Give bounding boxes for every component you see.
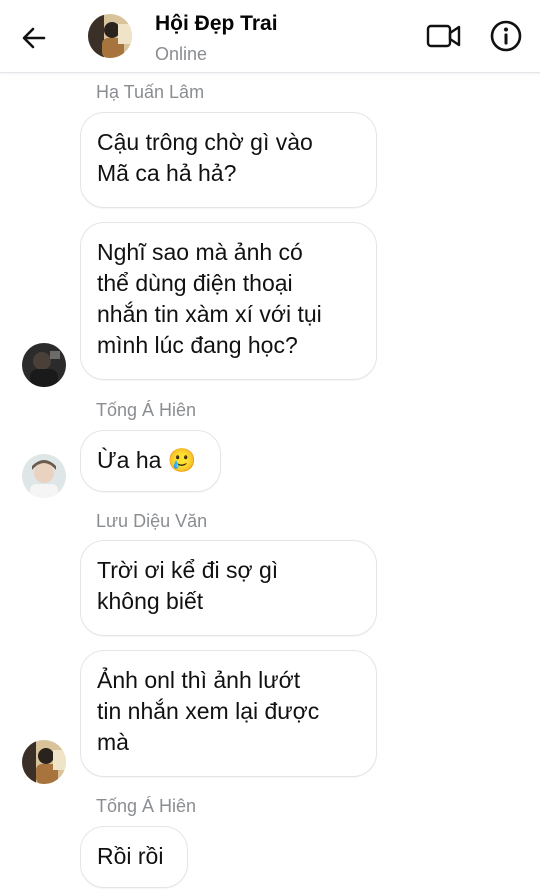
message-text: Rồi rồi bbox=[97, 843, 164, 869]
message-text: tin nhắn xem lại được bbox=[97, 698, 320, 724]
message-text: Trời ơi kể đi sợ gì bbox=[97, 557, 279, 583]
smiling-tear-emoji-icon: 🥲 bbox=[167, 447, 197, 473]
sender-name: Tống Á Hiên bbox=[96, 796, 197, 816]
message-text: Nghĩ sao mà ảnh có bbox=[97, 239, 303, 265]
info-icon bbox=[490, 20, 522, 52]
avatar[interactable] bbox=[22, 343, 66, 387]
message-text: Mã ca hả hả? bbox=[97, 160, 237, 186]
message-bubble[interactable]: Ảnh onl thì ảnh lướt tin nhắn xem lại đư… bbox=[80, 650, 377, 777]
message-text: Ảnh onl thì ảnh lướt bbox=[97, 667, 301, 693]
message-text: thể dùng điện thoại bbox=[97, 270, 293, 296]
avatar[interactable] bbox=[22, 454, 66, 498]
avatar[interactable] bbox=[22, 740, 66, 784]
back-arrow-icon bbox=[22, 27, 46, 49]
info-button[interactable] bbox=[486, 16, 526, 56]
message-bubble[interactable]: Cậu trông chờ gì vào Mã ca hả hả? bbox=[80, 112, 377, 208]
video-call-icon bbox=[426, 24, 461, 48]
online-status: Online bbox=[155, 44, 208, 64]
message-bubble[interactable]: Rồi rồi bbox=[80, 826, 188, 888]
group-avatar[interactable] bbox=[88, 14, 132, 58]
back-button[interactable] bbox=[16, 20, 52, 56]
message-bubble[interactable]: Nghĩ sao mà ảnh có thể dùng điện thoại n… bbox=[80, 222, 377, 380]
message-text: không biết bbox=[97, 588, 204, 614]
message-text: mà bbox=[97, 729, 129, 755]
sender-name: Lưu Diệu Văn bbox=[96, 511, 208, 531]
message-text: nhắn tin xàm xí với tụi bbox=[97, 301, 322, 327]
message-bubble[interactable]: Trời ơi kể đi sợ gì không biết bbox=[80, 540, 377, 636]
message-text: Ừa ha 🥲 bbox=[97, 447, 197, 473]
video-call-button[interactable] bbox=[424, 20, 464, 52]
sender-name: Hạ Tuấn Lâm bbox=[96, 82, 205, 102]
chat-title: Hội Đẹp Trai bbox=[155, 12, 278, 35]
message-text: Cậu trông chờ gì vào bbox=[97, 129, 313, 155]
message-text: mình lúc đang học? bbox=[97, 332, 298, 358]
message-bubble[interactable]: Ừa ha 🥲 bbox=[80, 430, 221, 492]
chat-header: Hội Đẹp Trai Online bbox=[0, 0, 540, 73]
sender-name: Tống Á Hiên bbox=[96, 400, 197, 420]
